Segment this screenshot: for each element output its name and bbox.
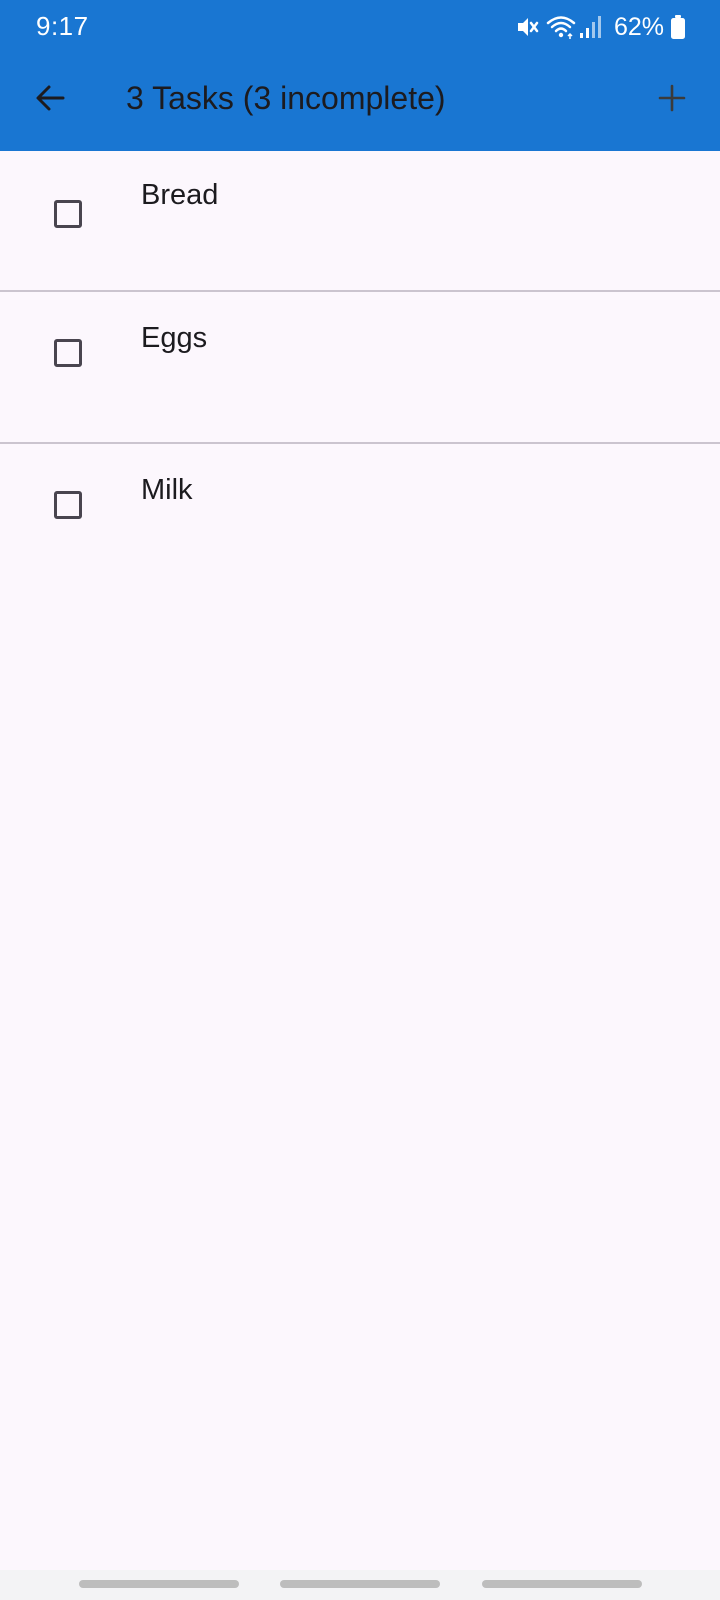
task-label: Eggs <box>141 322 208 354</box>
task-row[interactable]: Bread <box>0 151 720 292</box>
task-row[interactable]: Eggs <box>0 292 720 444</box>
nav-pill-recents[interactable] <box>79 1580 239 1588</box>
battery-percentage: 62% <box>613 12 664 41</box>
wifi-icon <box>546 14 576 40</box>
task-checkbox[interactable] <box>54 491 82 519</box>
task-list: Bread Eggs Milk <box>0 151 720 596</box>
task-row[interactable]: Milk <box>0 444 720 596</box>
add-task-button[interactable] <box>648 76 696 124</box>
back-button[interactable] <box>26 76 74 124</box>
battery-icon <box>670 14 686 40</box>
nav-pill-home[interactable] <box>280 1580 440 1588</box>
task-checkbox[interactable] <box>54 200 82 228</box>
app-bar: 9:17 62% 3 Tasks (3 incomplete) <box>0 0 720 151</box>
status-time: 9:17 <box>36 11 89 41</box>
toolbar: 3 Tasks (3 incomplete) <box>0 52 720 151</box>
plus-icon <box>657 83 687 118</box>
status-icons: 62% <box>514 12 686 42</box>
mute-icon <box>514 14 540 40</box>
arrow-left-icon <box>33 81 67 120</box>
task-label: Milk <box>141 474 193 506</box>
page-title: 3 Tasks (3 incomplete) <box>126 80 446 116</box>
gesture-nav-bar <box>0 1570 720 1600</box>
task-label: Bread <box>141 179 219 211</box>
nav-pill-back[interactable] <box>482 1580 642 1588</box>
signal-icon <box>578 14 604 40</box>
status-bar: 9:17 62% <box>0 0 720 52</box>
task-checkbox[interactable] <box>54 339 82 367</box>
